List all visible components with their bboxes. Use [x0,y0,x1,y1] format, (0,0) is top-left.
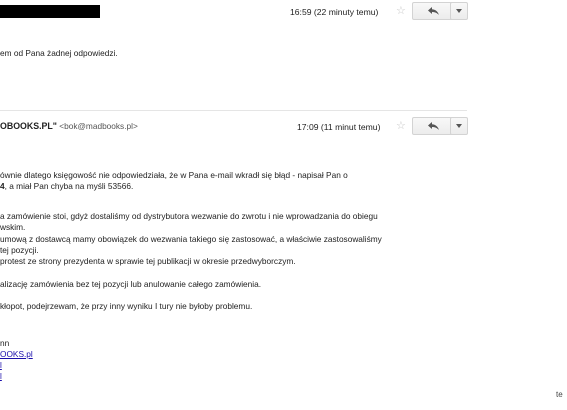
body-line: wskim. [0,222,26,232]
body-line-rest: , a miał Pan chyba na myśli 53566. [4,181,134,191]
message2-body: ównie dlatego księgowość nie odpowiedzia… [0,0,470,400]
corner-text: te [556,390,563,399]
signature-link[interactable]: OOKS.pl [0,349,33,359]
body-line: 4, a miał Pan chyba na myśli 53566. [0,181,133,191]
signature-link[interactable]: l [0,360,2,370]
body-line: alizację zamówienia bez tej pozycji lub … [0,279,262,289]
body-line: tej pozycji. [0,245,39,255]
signature-link[interactable]: l [0,371,2,381]
body-line: ównie dlatego księgowość nie odpowiedzia… [0,170,348,180]
signature-line: nn [0,338,10,348]
body-line: kłopot, podejrzewam, że przy inny wyniku… [0,301,253,311]
body-line: umową z dostawcą mamy obowiązek do wezwa… [0,234,382,244]
body-line: protest ze strony prezydenta w sprawie t… [0,256,296,266]
body-line: a zamówienie stoi, gdyż dostaliśmy od dy… [0,211,378,221]
